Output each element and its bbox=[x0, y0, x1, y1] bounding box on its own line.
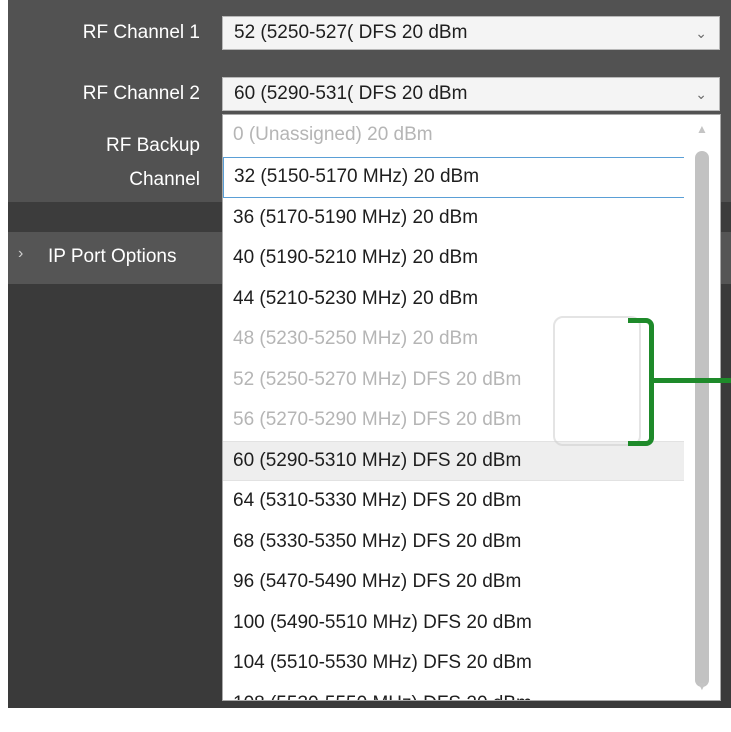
rf-channel-1-label: RF Channel 1 bbox=[82, 22, 200, 43]
annotation-bracket-stem bbox=[654, 378, 731, 383]
chevron-down-icon: ⌄ bbox=[695, 25, 707, 41]
rf-backup-channel-label-line2: Channel bbox=[129, 169, 200, 190]
dropdown-item[interactable]: 32 (5150-5170 MHz) 20 dBm bbox=[223, 157, 685, 198]
dropdown-item[interactable]: 108 (5530-5550 MHz) DFS 20 dBm bbox=[223, 684, 685, 701]
dropdown-item[interactable]: 60 (5290-5310 MHz) DFS 20 dBm bbox=[223, 440, 685, 481]
rf-channel-1-value: 52 (5250-527( DFS 20 dBm bbox=[234, 22, 468, 43]
dropdown-item[interactable]: 64 (5310-5330 MHz) DFS 20 dBm bbox=[223, 481, 685, 522]
dropdown-item[interactable]: 68 (5330-5350 MHz) DFS 20 dBm bbox=[223, 522, 685, 563]
chevron-down-icon: ⌄ bbox=[695, 86, 707, 102]
ip-port-options-toggle[interactable]: › IP Port Options bbox=[8, 232, 222, 284]
dropdown-item[interactable]: 104 (5510-5530 MHz) DFS 20 dBm bbox=[223, 643, 685, 684]
dropdown-item[interactable]: 40 (5190-5210 MHz) 20 dBm bbox=[223, 238, 685, 279]
scrollbar-thumb[interactable] bbox=[695, 151, 709, 687]
dropdown-scrollbar[interactable]: ▲ ▼ bbox=[684, 115, 720, 700]
dropdown-item[interactable]: 44 (5210-5230 MHz) 20 dBm bbox=[223, 279, 685, 320]
dropdown-item[interactable]: 100 (5490-5510 MHz) DFS 20 dBm bbox=[223, 603, 685, 644]
dropdown-item: 0 (Unassigned) 20 dBm bbox=[233, 124, 433, 145]
rf-channel-2-label: RF Channel 2 bbox=[82, 83, 200, 104]
scroll-up-arrow-icon[interactable]: ▲ bbox=[684, 115, 720, 143]
annotation-bracket bbox=[628, 318, 654, 446]
rf-channel-1-select[interactable]: 52 (5250-527( DFS 20 dBm ⌄ bbox=[222, 16, 720, 50]
dropdown-item[interactable]: 36 (5170-5190 MHz) 20 dBm bbox=[223, 198, 685, 239]
rf-channel-2-select[interactable]: 60 (5290-531( DFS 20 dBm ⌄ bbox=[222, 77, 720, 111]
ip-port-options-label: IP Port Options bbox=[48, 246, 177, 267]
chevron-right-icon: › bbox=[18, 245, 24, 262]
dropdown-item[interactable]: 96 (5470-5490 MHz) DFS 20 dBm bbox=[223, 562, 685, 603]
rf-channel-2-value: 60 (5290-531( DFS 20 dBm bbox=[234, 83, 468, 104]
scroll-down-arrow-icon[interactable]: ▼ bbox=[684, 672, 720, 700]
rf-backup-channel-label-line1: RF Backup bbox=[106, 135, 200, 156]
